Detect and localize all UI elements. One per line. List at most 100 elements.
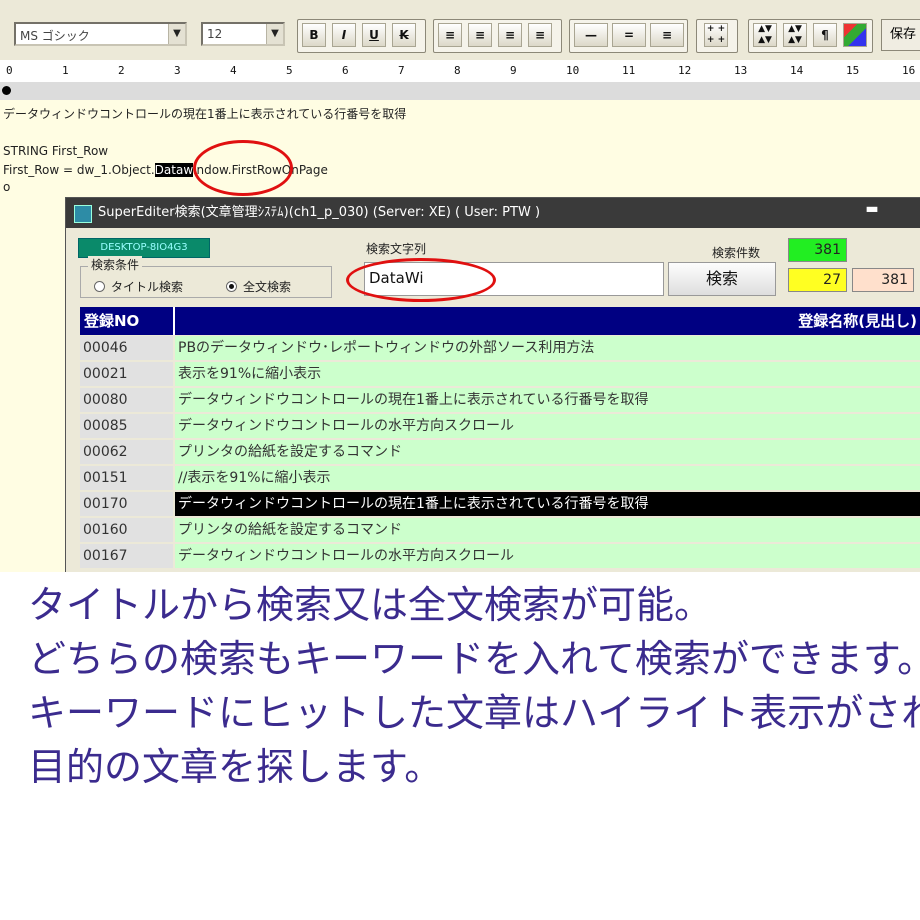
ruler-mark: 11 <box>622 64 636 77</box>
caption-line-1: タイトルから検索又は全文検索が可能。 <box>28 583 713 627</box>
row-no-cell: 00160 <box>80 518 173 542</box>
gutter-band <box>0 82 920 100</box>
header-title[interactable]: 登録名称(見出し) <box>798 307 917 335</box>
grid-header: 登録NO 登録名称(見出し) <box>80 307 920 335</box>
bold-button[interactable]: B <box>302 23 326 47</box>
row-title-cell: データウィンドウコントロールの現在1番上に表示されている行番号を取得 <box>175 492 920 516</box>
table-row[interactable]: 00062 プリンタの給紙を設定するコマンド <box>80 440 920 465</box>
save-button[interactable]: 保存 <box>881 19 920 51</box>
code-prefix: First_Row = dw_1.Object. <box>3 163 155 177</box>
dialog-titlebar: SuperEditer検索(文章管理ｼｽﾃﾑ)(ch1_p_030) (Serv… <box>66 198 920 228</box>
caption-line-3: キーワードにヒットした文章はハイライト表示がされ <box>28 691 920 735</box>
line-single-icon[interactable]: — <box>574 23 608 47</box>
ruler-mark: 1 <box>62 64 69 77</box>
ruler-mark: 3 <box>174 64 181 77</box>
highlight-circle-editor <box>193 140 293 196</box>
app-icon <box>74 205 92 223</box>
row-title-cell: データウィンドウコントロールの水平方向スクロール <box>175 544 920 568</box>
header-divider <box>173 307 175 335</box>
ruler-mark: 2 <box>118 64 125 77</box>
align-group: ≡ ≡ ≡ ≡ <box>433 19 562 53</box>
count-total-box: 381 <box>788 238 847 262</box>
radio-title-label: タイトル検索 <box>111 280 184 294</box>
caption-line-4: 目的の文章を探します。 <box>28 745 443 789</box>
ruler-mark: 0 <box>6 64 13 77</box>
ruler-mark: 4 <box>230 64 237 77</box>
ruler-mark: 13 <box>734 64 748 77</box>
font-size-select[interactable]: 12 ▼ <box>201 22 285 46</box>
row-no-cell: 00085 <box>80 414 173 438</box>
row-no-cell: 00021 <box>80 362 173 386</box>
table-row[interactable]: 00160 プリンタの給紙を設定するコマンド <box>80 518 920 543</box>
ruler-mark: 12 <box>678 64 692 77</box>
header-no[interactable]: 登録NO <box>84 307 139 335</box>
ruler-mark: 8 <box>454 64 461 77</box>
count-all-box: 381 <box>852 268 914 292</box>
caption-line-2: どちらの検索もキーワードを入れて検索ができます。 <box>28 637 920 681</box>
align-left-icon[interactable]: ≡ <box>438 23 462 47</box>
color-palette-icon[interactable] <box>843 23 867 47</box>
editor-line-code1: STRING First_Row <box>3 144 109 158</box>
align-center-icon[interactable]: ≡ <box>468 23 492 47</box>
ruler-mark: 6 <box>342 64 349 77</box>
row-no-cell: 00062 <box>80 440 173 464</box>
editor-line-code3: o <box>3 180 11 194</box>
indent-icon[interactable]: ▲▼ ▲▼ <box>753 23 777 47</box>
ruler-mark: 9 <box>510 64 517 77</box>
row-no-cell: 00167 <box>80 544 173 568</box>
ruler: 0 1 2 3 4 5 6 7 8 9 10 11 12 13 14 15 16 <box>0 60 920 83</box>
radio-title-search[interactable]: タイトル検索 <box>94 278 183 295</box>
table-row[interactable]: 00151//表示を91%に縮小表示 <box>80 466 920 491</box>
line-double-icon[interactable]: = <box>612 23 646 47</box>
table-row[interactable]: 00167 データウィンドウコントロールの水平方向スクロール <box>80 544 920 569</box>
table-row[interactable]: 00080 データウィンドウコントロールの現在1番上に表示されている行番号を取得 <box>80 388 920 413</box>
row-no-cell: 00046 <box>80 336 173 360</box>
screenshot-area: MS ゴシック ▼ 12 ▼ B I U K ≡ ≡ ≡ ≡ — = ≡ + +… <box>0 0 920 572</box>
row-title-cell: プリンタの給紙を設定するコマンド <box>175 440 920 464</box>
line-style-group: — = ≡ <box>569 19 688 53</box>
radio-fulltext-search[interactable]: 全文検索 <box>226 278 291 295</box>
ruler-mark: 10 <box>566 64 580 77</box>
radio-off-icon[interactable] <box>94 281 105 292</box>
italic-button[interactable]: I <box>332 23 356 47</box>
table-row[interactable]: 00085 データウィンドウコントロールの水平方向スクロール <box>80 414 920 439</box>
spacing-group: + + + + <box>696 19 738 53</box>
font-select[interactable]: MS ゴシック ▼ <box>14 22 187 46</box>
count-hit-box: 27 <box>788 268 847 292</box>
desktop-badge: DESKTOP-8IO4G3 <box>78 238 210 258</box>
font-select-value: MS ゴシック <box>20 29 90 43</box>
spacing-icon[interactable]: + + + + <box>704 23 728 47</box>
row-title-cell: データウィンドウコントロールの現在1番上に表示されている行番号を取得 <box>175 388 920 412</box>
dialog-title: SuperEditer検索(文章管理ｼｽﾃﾑ)(ch1_p_030) (Serv… <box>98 205 541 220</box>
chevron-down-icon[interactable]: ▼ <box>168 24 185 44</box>
highlight-circle-search <box>346 258 496 302</box>
results-grid: 登録NO 登録名称(見出し) 00046 PBのデータウィンドウ･レポートウィンド… <box>80 307 920 572</box>
align-justify-icon[interactable]: ≡ <box>528 23 552 47</box>
table-row[interactable]: 00046 PBのデータウィンドウ･レポートウィンドウの外部ソース利用方法 <box>80 336 920 361</box>
search-dialog: SuperEditer検索(文章管理ｼｽﾃﾑ)(ch1_p_030) (Serv… <box>65 197 920 572</box>
pilcrow-button[interactable]: ¶ <box>813 23 837 47</box>
align-right-icon[interactable]: ≡ <box>498 23 522 47</box>
highlighted-keyword: Dataw <box>154 163 194 177</box>
minimize-icon[interactable]: ▬ <box>863 202 881 218</box>
search-button[interactable]: 検索 <box>668 262 776 296</box>
line-triple-icon[interactable]: ≡ <box>650 23 684 47</box>
misc-group: ▲▼ ▲▼ ▲▼ ▲▼ ¶ <box>748 19 873 53</box>
outdent-icon[interactable]: ▲▼ ▲▼ <box>783 23 807 47</box>
row-title-cell: データウィンドウコントロールの水平方向スクロール <box>175 414 920 438</box>
underline-button[interactable]: U <box>362 23 386 47</box>
ruler-mark: 16 <box>902 64 916 77</box>
table-row[interactable]: 00170 データウィンドウコントロールの現在1番上に表示されている行番号を取得 <box>80 492 920 517</box>
search-label: 検索文字列 <box>366 242 427 256</box>
chevron-down-icon[interactable]: ▼ <box>266 24 283 44</box>
condition-legend: 検索条件 <box>88 256 143 273</box>
row-no-cell: 00170 <box>80 492 173 516</box>
row-no-cell: 00080 <box>80 388 173 412</box>
strike-button[interactable]: K <box>392 23 416 47</box>
ruler-mark: 15 <box>846 64 860 77</box>
row-title-cell: 表示を91%に縮小表示 <box>175 362 920 386</box>
ruler-mark: 5 <box>286 64 293 77</box>
radio-fulltext-label: 全文検索 <box>243 280 292 294</box>
radio-on-icon[interactable] <box>226 281 237 292</box>
table-row[interactable]: 00021 表示を91%に縮小表示 <box>80 362 920 387</box>
